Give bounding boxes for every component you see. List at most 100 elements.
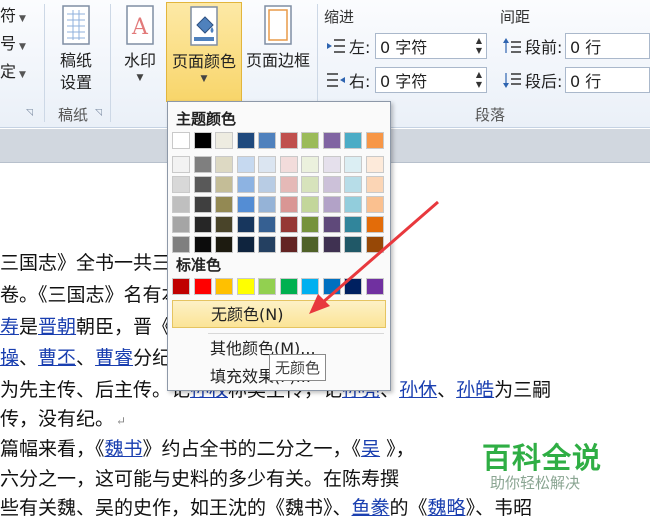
- theme-shade-swatch[interactable]: [301, 156, 319, 173]
- standard-color-swatch[interactable]: [365, 278, 384, 295]
- theme-shade-swatch[interactable]: [344, 236, 362, 253]
- theme-shade-swatch[interactable]: [344, 176, 362, 193]
- theme-shade-swatch[interactable]: [258, 216, 276, 233]
- chevron-down-icon: ▼: [136, 73, 144, 83]
- theme-shade-swatch[interactable]: [193, 176, 212, 193]
- theme-color-swatch[interactable]: [236, 132, 255, 149]
- theme-shade-swatch[interactable]: [215, 236, 233, 253]
- theme-shade-swatch[interactable]: [258, 156, 276, 173]
- document-link[interactable]: 吴: [361, 438, 380, 460]
- document-link[interactable]: 寿: [0, 316, 19, 338]
- theme-shade-swatch[interactable]: [322, 156, 341, 173]
- theme-shade-swatch[interactable]: [236, 236, 255, 253]
- theme-color-swatch[interactable]: [301, 132, 319, 149]
- theme-shade-swatch[interactable]: [236, 176, 255, 193]
- theme-shade-swatch[interactable]: [258, 236, 276, 253]
- standard-color-swatch[interactable]: [215, 278, 233, 295]
- ribbon-edge-item-1[interactable]: 符 ▼: [0, 2, 26, 26]
- theme-color-swatch[interactable]: [279, 132, 298, 149]
- dialog-launcher-icon[interactable]: ◹: [26, 108, 36, 118]
- document-link[interactable]: 晋朝: [38, 316, 76, 338]
- manuscript-setup-button[interactable]: 稿纸 设置: [52, 2, 100, 102]
- spacing-before-spinner[interactable]: 0 行: [565, 33, 650, 59]
- theme-color-swatch[interactable]: [172, 132, 190, 149]
- theme-shade-swatch[interactable]: [322, 196, 341, 213]
- theme-shade-swatch[interactable]: [322, 216, 341, 233]
- standard-color-swatch[interactable]: [279, 278, 298, 295]
- indent-left-value: 0 字符: [380, 38, 428, 57]
- no-color-menu-item[interactable]: 无颜色(N): [172, 300, 386, 328]
- theme-shade-swatch[interactable]: [322, 176, 341, 193]
- theme-shade-swatch[interactable]: [215, 216, 233, 233]
- page-color-button[interactable]: 页面颜色 ▼: [166, 2, 242, 102]
- spinner-arrows-icon[interactable]: ▲ ▼: [476, 70, 482, 90]
- document-link[interactable]: 孙皓: [456, 379, 494, 401]
- document-link[interactable]: 魏书: [105, 438, 143, 460]
- spacing-after-spinner[interactable]: 0 行: [565, 67, 650, 93]
- theme-shade-swatch[interactable]: [193, 156, 212, 173]
- theme-shade-swatch[interactable]: [215, 196, 233, 213]
- theme-shade-swatch[interactable]: [279, 236, 298, 253]
- document-link[interactable]: 操: [0, 347, 19, 369]
- standard-color-swatch[interactable]: [172, 278, 190, 295]
- theme-shade-swatch[interactable]: [279, 176, 298, 193]
- theme-shade-swatch[interactable]: [322, 236, 341, 253]
- ribbon-edge-item-3[interactable]: 定 ▼: [0, 58, 26, 82]
- standard-color-swatch[interactable]: [322, 278, 341, 295]
- theme-shade-swatch[interactable]: [236, 216, 255, 233]
- document-link[interactable]: 魏略: [428, 497, 466, 519]
- dialog-launcher-icon[interactable]: ◹: [95, 108, 105, 118]
- theme-shade-swatch[interactable]: [301, 236, 319, 253]
- theme-shade-swatch[interactable]: [279, 156, 298, 173]
- document-link[interactable]: 曹丕: [38, 347, 76, 369]
- document-link[interactable]: 孙休: [399, 379, 437, 401]
- theme-shade-swatch[interactable]: [301, 196, 319, 213]
- theme-shade-swatch[interactable]: [236, 156, 255, 173]
- theme-shade-swatch[interactable]: [193, 236, 212, 253]
- standard-color-swatch[interactable]: [236, 278, 255, 295]
- theme-shade-swatch[interactable]: [193, 216, 212, 233]
- ribbon-edge-item-2[interactable]: 号 ▼: [0, 30, 26, 54]
- theme-shade-swatch[interactable]: [172, 156, 190, 173]
- theme-shade-swatch[interactable]: [258, 196, 276, 213]
- theme-shade-swatch[interactable]: [279, 196, 298, 213]
- standard-color-swatch[interactable]: [344, 278, 362, 295]
- indent-right-spinner[interactable]: 0 字符 ▲ ▼: [375, 67, 487, 93]
- theme-shade-swatch[interactable]: [365, 156, 384, 173]
- theme-shade-swatch[interactable]: [344, 156, 362, 173]
- theme-shade-swatch[interactable]: [236, 196, 255, 213]
- theme-shade-swatch[interactable]: [365, 216, 384, 233]
- theme-shade-swatch[interactable]: [193, 196, 212, 213]
- watermark-button[interactable]: A 水印 ▼: [116, 2, 164, 102]
- theme-color-swatch[interactable]: [258, 132, 276, 149]
- theme-shade-swatch[interactable]: [365, 196, 384, 213]
- theme-color-swatch[interactable]: [215, 132, 233, 149]
- theme-shade-swatch[interactable]: [279, 216, 298, 233]
- theme-shade-swatch[interactable]: [172, 236, 190, 253]
- theme-shade-swatch[interactable]: [344, 216, 362, 233]
- document-link[interactable]: 鱼豢: [352, 497, 390, 519]
- standard-color-swatch[interactable]: [258, 278, 276, 295]
- theme-shade-swatch[interactable]: [215, 176, 233, 193]
- page-border-button[interactable]: 页面边框: [243, 2, 313, 102]
- theme-shade-swatch[interactable]: [258, 176, 276, 193]
- theme-color-swatch[interactable]: [344, 132, 362, 149]
- indent-title: 缩进: [324, 8, 355, 26]
- theme-shade-swatch[interactable]: [365, 236, 384, 253]
- theme-color-swatch[interactable]: [322, 132, 341, 149]
- theme-color-swatch[interactable]: [193, 132, 212, 149]
- theme-shade-swatch[interactable]: [172, 176, 190, 193]
- theme-color-swatch[interactable]: [365, 132, 384, 149]
- document-link[interactable]: 曹睿: [95, 347, 133, 369]
- theme-shade-swatch[interactable]: [301, 176, 319, 193]
- theme-shade-swatch[interactable]: [172, 216, 190, 233]
- standard-color-swatch[interactable]: [193, 278, 212, 295]
- spinner-arrows-icon[interactable]: ▲ ▼: [476, 36, 482, 56]
- indent-left-spinner[interactable]: 0 字符 ▲ ▼: [375, 33, 487, 59]
- theme-shade-swatch[interactable]: [301, 216, 319, 233]
- theme-shade-swatch[interactable]: [344, 196, 362, 213]
- theme-shade-swatch[interactable]: [215, 156, 233, 173]
- theme-shade-swatch[interactable]: [365, 176, 384, 193]
- theme-shade-swatch[interactable]: [172, 196, 190, 213]
- standard-color-swatch[interactable]: [301, 278, 319, 295]
